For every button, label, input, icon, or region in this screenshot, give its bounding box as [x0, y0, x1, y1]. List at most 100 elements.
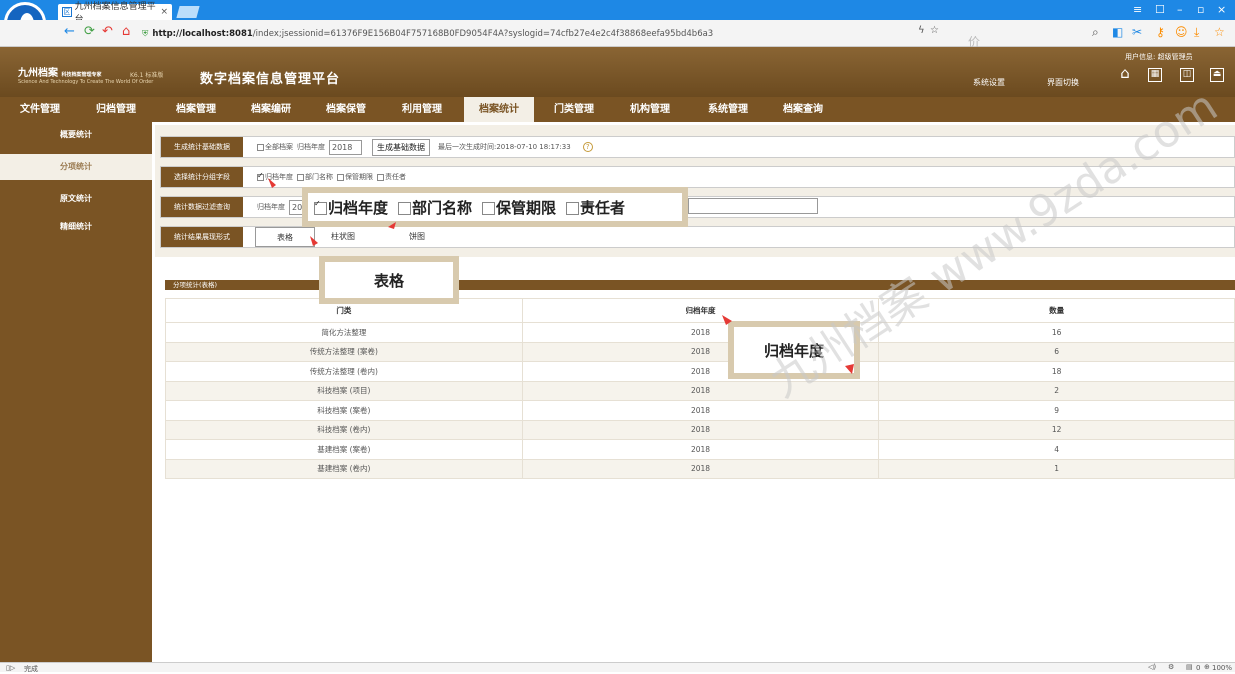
- view-table-button[interactable]: 表格: [255, 227, 315, 247]
- sidebar-item-original[interactable]: 原文统计: [0, 186, 152, 212]
- group-field-retention[interactable]: 保管期限: [337, 172, 373, 182]
- cell-category: 基建档案 (案卷): [165, 439, 523, 460]
- table-row[interactable]: 基建档案 (案卷) 2018 4: [165, 439, 1235, 460]
- tab-close-icon[interactable]: ×: [160, 7, 168, 17]
- download-icon[interactable]: ⤓: [1194, 25, 1199, 40]
- extension-icon[interactable]: ◧: [1112, 25, 1123, 39]
- system-settings-link[interactable]: 系统设置: [973, 77, 1005, 88]
- new-tab-button[interactable]: [176, 6, 200, 18]
- menu-icon[interactable]: ≡: [1133, 3, 1142, 16]
- star-icon[interactable]: ☆: [930, 25, 939, 36]
- checkbox-icon: [398, 201, 412, 215]
- checkbox-icon: [337, 173, 344, 181]
- query-label: 统计数据过滤查询: [161, 197, 243, 217]
- nav-item-compilation[interactable]: 档案编研: [245, 97, 297, 122]
- group-field-author[interactable]: 责任者: [377, 172, 406, 182]
- checkbox-checked-icon: [314, 199, 327, 215]
- cell-category: 科技档案 (案卷): [165, 400, 523, 421]
- nav-item-archiving[interactable]: 归档管理: [90, 97, 142, 122]
- nav-item-category[interactable]: 门类管理: [548, 97, 600, 122]
- brand-slogan: Science And Technology To Create The Wor…: [18, 79, 154, 85]
- main-nav: 文件管理 归档管理 档案管理 档案编研 档案保管 利用管理 档案统计 门类管理 …: [0, 97, 1235, 122]
- nav-item-archive-mgmt[interactable]: 档案管理: [170, 97, 222, 122]
- zoom-level[interactable]: 100%: [1212, 664, 1232, 672]
- table-row[interactable]: 科技档案 (案卷) 2018 9: [165, 400, 1235, 421]
- skin-icon[interactable]: ☐: [1155, 3, 1165, 16]
- group-field-year[interactable]: 归档年度: [257, 171, 293, 182]
- favorites-icon[interactable]: ☆: [1214, 25, 1225, 39]
- lightning-icon[interactable]: ϟ: [918, 25, 925, 36]
- browser-tab[interactable]: 区 九州档案信息管理平台 ×: [58, 2, 172, 25]
- all-archives-checkbox[interactable]: 全部档案: [257, 142, 293, 152]
- window-icon[interactable]: ◫: [1180, 68, 1194, 82]
- status-page-icon: ▯▷: [6, 664, 16, 672]
- checkbox-icon: [482, 201, 496, 215]
- table-row[interactable]: 传统方法整理 (卷内) 2018 18: [165, 361, 1235, 382]
- back-icon[interactable]: ←: [64, 24, 75, 39]
- nav-item-organization[interactable]: 机构管理: [624, 97, 676, 122]
- help-icon[interactable]: ?: [582, 142, 593, 152]
- query-value-input[interactable]: [688, 198, 818, 214]
- group-field-dept[interactable]: 部门名称: [297, 172, 333, 182]
- nav-item-statistics[interactable]: 档案统计: [464, 97, 534, 122]
- restore-icon[interactable]: ▫: [1197, 3, 1204, 16]
- user-info: 用户信息: 超级管理员: [1125, 53, 1193, 61]
- smiley-icon[interactable]: ☺: [1175, 25, 1188, 39]
- nav-item-custody[interactable]: 档案保管: [320, 97, 372, 122]
- generate-button[interactable]: 生成基础数据: [372, 138, 430, 156]
- checkbox-checked-icon: [257, 171, 264, 181]
- year-label: 归档年度: [297, 143, 325, 151]
- view-bar-chart-button[interactable]: 柱状图: [331, 227, 355, 247]
- nav-item-file[interactable]: 文件管理: [14, 97, 66, 122]
- nav-item-query[interactable]: 档案查询: [777, 97, 829, 122]
- cell-count: 18: [878, 361, 1235, 382]
- col-header-count[interactable]: 数量: [878, 298, 1235, 323]
- sidebar-item-detailed[interactable]: 精细统计: [0, 214, 152, 240]
- cell-category: 传统方法整理 (案卷): [165, 341, 523, 362]
- callout-year: 归档年度: [728, 321, 860, 379]
- home-icon[interactable]: ⌂: [122, 24, 130, 39]
- downloads-icon[interactable]: ▤: [1186, 663, 1193, 671]
- table-row[interactable]: 简化方法整理 2018 16: [165, 322, 1235, 343]
- sidebar-item-summary[interactable]: 概要统计: [0, 122, 152, 148]
- downloads-count: 0: [1196, 664, 1201, 672]
- cell-count: 1: [878, 458, 1235, 479]
- table-row[interactable]: 科技档案 (项目) 2018 2: [165, 380, 1235, 401]
- nav-item-system[interactable]: 系统管理: [702, 97, 754, 122]
- table-row[interactable]: 科技档案 (卷内) 2018 12: [165, 419, 1235, 440]
- minimize-icon[interactable]: –: [1177, 3, 1183, 16]
- view-pie-chart-button[interactable]: 饼图: [409, 227, 425, 247]
- url-host: http://localhost:8081: [152, 28, 253, 39]
- system-title: 数字档案信息管理平台: [200, 72, 341, 87]
- speaker-icon[interactable]: ◁): [1148, 663, 1156, 671]
- cell-count: 4: [878, 439, 1235, 460]
- table-row[interactable]: 传统方法整理 (案卷) 2018 6: [165, 341, 1235, 362]
- checkbox-icon: [257, 143, 264, 151]
- undo-icon[interactable]: ↶: [102, 24, 113, 39]
- nav-item-usage[interactable]: 利用管理: [396, 97, 448, 122]
- col-header-year[interactable]: 归档年度: [521, 298, 880, 323]
- sidebar-item-itemized[interactable]: 分项统计: [0, 154, 152, 180]
- docs-icon[interactable]: ▦: [1148, 68, 1162, 82]
- year-input[interactable]: 2018: [329, 139, 362, 155]
- search-icon[interactable]: ⌕: [1092, 25, 1099, 40]
- logout-icon[interactable]: ⏏: [1210, 68, 1224, 82]
- home-nav-icon[interactable]: ⌂: [1118, 66, 1132, 82]
- settings-icon[interactable]: ⚙: [1168, 663, 1174, 671]
- group-field-author-label: 责任者: [385, 173, 406, 181]
- key-icon[interactable]: ⚷: [1156, 25, 1165, 39]
- refresh-icon[interactable]: ⟳: [84, 24, 95, 39]
- callout-field-author-label: 责任者: [580, 198, 626, 217]
- switch-interface-link[interactable]: 界面切换: [1047, 77, 1079, 88]
- group-fields-label: 选择统计分组字段: [161, 167, 243, 187]
- version-label: K6.1 标准版: [130, 72, 164, 79]
- table-row[interactable]: 基建档案 (卷内) 2018 1: [165, 458, 1235, 479]
- scissors-icon[interactable]: ✂: [1132, 25, 1142, 39]
- cell-count: 9: [878, 400, 1235, 421]
- zoom-icon[interactable]: ⊕: [1204, 663, 1210, 671]
- address-bar[interactable]: ⛨ http://localhost:8081/index;jsessionid…: [142, 24, 912, 43]
- close-window-icon[interactable]: ×: [1217, 3, 1226, 16]
- browser-titlebar: 区 九州档案信息管理平台 × ≡ ☐ – ▫ ×: [0, 0, 1235, 25]
- checkbox-icon: [297, 173, 304, 181]
- cell-year: 2018: [521, 400, 880, 421]
